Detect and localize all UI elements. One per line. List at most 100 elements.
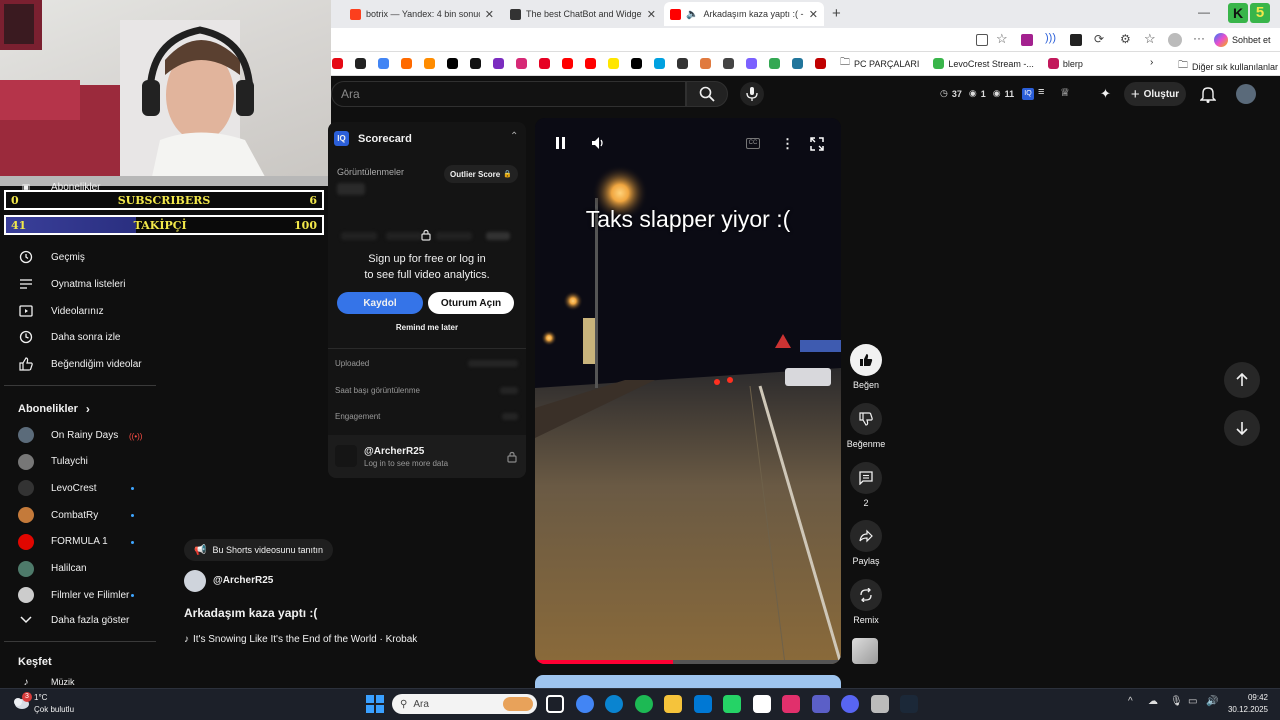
next-short-preview[interactable] — [535, 675, 841, 688]
task-view-icon[interactable] — [546, 695, 564, 713]
outlier-score-badge[interactable]: Outlier Score 🔒 — [444, 165, 518, 183]
register-button[interactable]: Kaydol — [337, 292, 423, 314]
clock-time[interactable]: 09:42 — [1224, 693, 1268, 702]
bookmark-site-icon[interactable] — [792, 58, 803, 69]
edge-icon[interactable] — [605, 695, 623, 713]
app-icon[interactable] — [870, 695, 889, 713]
login-button[interactable]: Oturum Açın — [428, 292, 514, 314]
close-tab-icon[interactable]: ✕ — [809, 8, 818, 21]
share-button[interactable]: Paylaş — [846, 520, 886, 566]
bookmark-folder[interactable]: 🗀 PC PARÇALARI — [840, 55, 919, 72]
bookmark-site-icon[interactable] — [401, 58, 412, 69]
subscription-item[interactable]: Filmler ve Filimler — [0, 582, 160, 608]
show-more-button[interactable]: Daha fazla göster — [0, 607, 160, 633]
channel-avatar[interactable] — [184, 570, 206, 592]
file-explorer-icon[interactable] — [664, 695, 682, 713]
new-tab-icon[interactable]: + — [832, 5, 841, 22]
browser-tab-active[interactable]: 🔈 Arkadaşım kaza yaptı :( - YouTu ✕ — [664, 2, 824, 26]
browser-tab[interactable]: The best ChatBot and Widgets for ✕ — [504, 4, 662, 24]
dislike-button[interactable]: Beğenme — [846, 403, 886, 449]
bookmark-site-icon[interactable] — [447, 58, 458, 69]
sidebar-item-music[interactable]: ♪ Müzik — [0, 676, 160, 688]
sidebar-item-watch-later[interactable]: Daha sonra izle — [0, 324, 160, 350]
microphone-icon[interactable]: 🎙 — [1170, 696, 1183, 707]
read-aloud-icon[interactable]: ))) — [1045, 32, 1056, 44]
subscription-item[interactable]: FORMULA 1 — [0, 529, 160, 555]
close-tab-icon[interactable]: ✕ — [647, 8, 656, 21]
bookmark-site-icon[interactable] — [355, 58, 366, 69]
more-options-icon[interactable]: ⋮ — [781, 136, 794, 152]
gemini-icon[interactable]: ✦ — [1100, 86, 1111, 102]
bookmark-site-icon[interactable] — [378, 58, 389, 69]
sidebar-item-history[interactable]: Geçmiş — [0, 244, 160, 270]
bookmark-site-icon[interactable] — [516, 58, 527, 69]
sound-thumbnail[interactable] — [852, 638, 878, 664]
chevron-right-icon[interactable]: › — [1150, 57, 1153, 68]
video-progress-track[interactable] — [535, 660, 841, 664]
vidiq-icon[interactable]: IQ — [1022, 88, 1034, 100]
subscription-item[interactable]: On Rainy Days ((•)) — [0, 422, 160, 448]
windows-start-icon[interactable] — [366, 695, 384, 718]
extensions-icon[interactable]: ⚙ — [1120, 32, 1131, 46]
volume-button[interactable] — [591, 136, 605, 155]
bookmark-site-icon[interactable] — [424, 58, 435, 69]
bookmark-link[interactable]: blerp — [1047, 58, 1083, 69]
fullscreen-button[interactable] — [810, 137, 824, 156]
trophy-icon[interactable]: ♕ — [1060, 86, 1070, 99]
sidebar-item-your-videos[interactable]: Videolarınız — [0, 298, 160, 324]
other-favorites-folder[interactable]: 🗀 Diğer sık kullanılanlar — [1178, 58, 1278, 75]
sidebar-item-liked-videos[interactable]: Beğendiğim videolar — [0, 351, 160, 377]
taskbar-search-box[interactable]: ⚲ Ara — [392, 694, 537, 714]
steam-icon[interactable] — [900, 695, 918, 713]
search-button[interactable] — [686, 81, 728, 107]
extension-icon[interactable] — [1070, 34, 1082, 46]
bookmark-site-icon[interactable] — [815, 58, 826, 69]
create-button[interactable]: + Oluştur — [1124, 82, 1186, 106]
show-hidden-icons[interactable]: ^ — [1128, 696, 1133, 707]
spotify-icon[interactable] — [634, 695, 653, 713]
subscriptions-heading[interactable]: Abonelikler › — [18, 402, 90, 416]
account-avatar[interactable] — [1236, 84, 1256, 104]
channel-handle[interactable]: @ArcherR25 — [213, 575, 273, 586]
bookmark-site-icon[interactable] — [769, 58, 780, 69]
clock-date[interactable]: 30.12.2025 — [1224, 705, 1268, 714]
collections-icon[interactable]: ☆ — [1144, 31, 1156, 47]
bookmark-link[interactable]: LevoCrest Stream -... — [933, 58, 1034, 69]
browser-tab[interactable]: botrix — Yandex: 4 bin sonuç bulu ✕ — [344, 4, 500, 24]
whatsapp-icon[interactable] — [723, 695, 741, 713]
comments-button[interactable]: 2 — [846, 462, 886, 508]
shorts-video-player[interactable]: CC ⋮ Taks slapper yiyor :( — [535, 118, 841, 664]
volume-icon[interactable]: 🔊 — [1206, 696, 1218, 707]
bookmark-site-icon[interactable] — [470, 58, 481, 69]
collapse-chevron-icon[interactable]: ⌃ — [510, 131, 518, 142]
chrome-icon[interactable] — [575, 695, 594, 713]
subscription-item[interactable]: CombatRy — [0, 502, 160, 528]
bookmark-site-icon[interactable] — [654, 58, 665, 69]
bookmark-site-icon[interactable] — [746, 58, 757, 69]
discord-icon[interactable] — [841, 695, 859, 713]
minimize-icon[interactable]: — — [1198, 5, 1210, 19]
sidebar-item-playlists[interactable]: Oynatma listeleri — [0, 271, 160, 297]
bookmark-site-icon[interactable] — [700, 58, 711, 69]
bookmark-site-icon[interactable] — [493, 58, 504, 69]
app-available-icon[interactable] — [976, 34, 988, 46]
bookmark-site-icon[interactable] — [631, 58, 642, 69]
previous-short-button[interactable] — [1224, 362, 1260, 398]
favorite-star-icon[interactable]: ☆ — [996, 31, 1008, 47]
bookmark-site-icon[interactable] — [723, 58, 734, 69]
network-icon[interactable]: ▭ — [1188, 696, 1197, 707]
bookmark-site-icon[interactable] — [539, 58, 550, 69]
store-icon[interactable] — [693, 695, 712, 713]
promote-shorts-button[interactable]: 📢 Bu Shorts videosunu tanıtın — [184, 539, 334, 561]
extension-icon[interactable] — [1021, 34, 1033, 46]
bookmark-site-icon[interactable] — [608, 58, 619, 69]
like-button[interactable]: Beğen — [846, 344, 886, 390]
subscription-item[interactable]: LevoCrest — [0, 475, 160, 501]
tray-app-icon[interactable]: ☁ — [1148, 696, 1158, 707]
notifications-bell-icon[interactable] — [1199, 85, 1217, 108]
instagram-icon[interactable] — [782, 695, 800, 713]
refresh-extension-icon[interactable]: ⟳ — [1094, 32, 1104, 46]
close-tab-icon[interactable]: ✕ — [485, 8, 494, 21]
bookmark-site-icon[interactable] — [562, 58, 573, 69]
bookmark-site-icon[interactable] — [585, 58, 596, 69]
